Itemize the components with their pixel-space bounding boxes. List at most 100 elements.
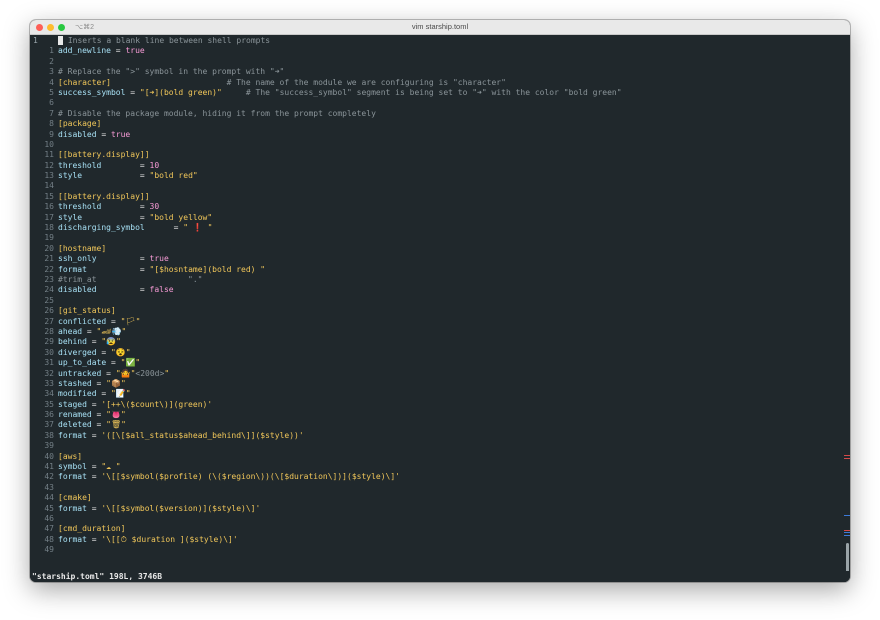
line-text: conflicted = "🏳" <box>58 317 844 327</box>
syntax-token: [git_status] <box>58 306 116 316</box>
code-line[interactable]: 12 threshold = 10 <box>30 161 844 171</box>
line-number: 41 <box>44 462 54 472</box>
line-number: 12 <box>44 160 54 170</box>
syntax-token: "bold yellow" <box>149 212 213 222</box>
line-text: success_symbol = "[➜](bold green)" # The… <box>58 88 844 98</box>
syntax-token: discharging_symbol <box>58 223 145 233</box>
line-text: format = '\[[$symbol($profile) (\($regio… <box>58 472 844 482</box>
line-text: ahead = "🏎💨" <box>58 327 844 337</box>
syntax-token: = <box>91 378 107 388</box>
code-line[interactable]: 22 format = "[$hosntame](bold red) " <box>30 265 844 275</box>
code-line[interactable]: 1 Inserts a blank line between shell pro… <box>30 36 844 46</box>
line-number: 4 <box>49 77 54 87</box>
line-number: 10 <box>44 139 54 149</box>
code-line[interactable]: 44 [cmake] <box>30 493 844 503</box>
code-line[interactable]: 15 [[battery.display]] <box>30 192 844 202</box>
code-line[interactable]: 17 style = "bold yellow" <box>30 213 844 223</box>
code-line[interactable]: 27 conflicted = "🏳" <box>30 317 844 327</box>
code-line[interactable]: 4 [character] # The name of the module we… <box>30 78 844 88</box>
line-number: 5 <box>49 87 54 97</box>
line-number: 48 <box>44 534 54 544</box>
code-line[interactable]: 10 <box>30 140 844 150</box>
code-line[interactable]: 7 # Disable the package module, hiding it… <box>30 109 844 119</box>
code-line[interactable]: 19 <box>30 233 844 243</box>
syntax-token: untracked <box>58 368 102 378</box>
scrollbar[interactable] <box>844 35 850 582</box>
code-line[interactable]: 13 style = "bold red" <box>30 171 844 181</box>
code-line[interactable]: 16 threshold = 30 <box>30 202 844 212</box>
code-line[interactable]: 45 format = '\[[$symbol($version)]($style… <box>30 504 844 514</box>
syntax-token: 10 <box>149 160 160 170</box>
code-line[interactable]: 48 format = '\[[⏱ $duration ]($style)\]' <box>30 535 844 545</box>
code-line[interactable]: 11 [[battery.display]] <box>30 150 844 160</box>
code-line[interactable]: 25 <box>30 296 844 306</box>
code-line[interactable]: 6 <box>30 98 844 108</box>
syntax-token: "📦" <box>106 378 126 388</box>
code-line[interactable]: 42 format = '\[[$symbol($profile) (\($reg… <box>30 472 844 482</box>
syntax-token: 30 <box>149 202 160 212</box>
syntax-token: Inserts a blank line between shell promp… <box>63 36 271 45</box>
code-line[interactable]: 21 ssh_only = true <box>30 254 844 264</box>
line-number: 24 <box>44 285 54 295</box>
line-number: 7 <box>49 108 54 118</box>
editor-buffer[interactable]: 1 Inserts a blank line between shell pro… <box>30 35 844 571</box>
code-line[interactable]: 28 ahead = "🏎💨" <box>30 327 844 337</box>
code-line[interactable]: 33 stashed = "📦" <box>30 379 844 389</box>
code-line[interactable]: 49 <box>30 545 844 555</box>
code-line[interactable]: 41 symbol = "☁ " <box>30 462 844 472</box>
code-line[interactable]: 30 diverged = "😵" <box>30 348 844 358</box>
line-text: [[battery.display]] <box>58 192 844 202</box>
syntax-token: = <box>86 399 102 409</box>
syntax-token: = <box>96 389 111 399</box>
code-line[interactable]: 40 [aws] <box>30 452 844 462</box>
code-line[interactable]: 38 format = '([\[$all_status$ahead_behind… <box>30 431 844 441</box>
syntax-token: format <box>58 534 87 544</box>
syntax-token: "🤷" <box>115 368 136 378</box>
code-line[interactable]: 29 behind = "😰" <box>30 337 844 347</box>
syntax-token: false <box>149 285 174 295</box>
code-line[interactable]: 18 discharging_symbol = " ❗ " <box>30 223 844 233</box>
syntax-token: = <box>96 254 150 264</box>
code-line[interactable]: 9 disabled = true <box>30 130 844 140</box>
syntax-token: "👅" <box>106 410 126 420</box>
code-line[interactable]: 31 up_to_date = "✅" <box>30 358 844 368</box>
code-line[interactable]: 2 <box>30 57 844 67</box>
syntax-token: renamed <box>58 410 92 420</box>
line-text: #trim_at "." <box>58 275 844 285</box>
syntax-token: = <box>144 223 184 233</box>
code-line[interactable]: 26 [git_status] <box>30 306 844 316</box>
code-line[interactable]: 23 #trim_at "." <box>30 275 844 285</box>
code-line[interactable]: 36 renamed = "👅" <box>30 410 844 420</box>
code-line[interactable]: 8 [package] <box>30 119 844 129</box>
code-line[interactable]: 46 <box>30 514 844 524</box>
syntax-token: "🏎💨" <box>96 326 127 336</box>
code-line[interactable]: 37 deleted = "🗑" <box>30 420 844 430</box>
code-line[interactable]: 5 success_symbol = "[➜](bold green)" # Th… <box>30 88 844 98</box>
syntax-token: [[battery.display]] <box>58 150 150 160</box>
line-number: 27 <box>44 316 54 326</box>
code-line[interactable]: 3 # Replace the ">" symbol in the prompt … <box>30 67 844 77</box>
line-text: format = "[$hosntame](bold red) " <box>58 265 844 275</box>
line-number: 42 <box>44 472 54 482</box>
minimize-window-button[interactable] <box>47 23 54 31</box>
code-line[interactable]: 39 <box>30 441 844 451</box>
zoom-window-button[interactable] <box>58 23 65 31</box>
code-line[interactable]: 1 add_newline = true <box>30 46 844 56</box>
code-line[interactable]: 43 <box>30 483 844 493</box>
line-text <box>58 181 844 191</box>
code-line[interactable]: 34 modified = "📝" <box>30 389 844 399</box>
code-line[interactable]: 32 untracked = "🤷"<200d>" <box>30 369 844 379</box>
line-text <box>58 233 844 243</box>
close-window-button[interactable] <box>36 23 43 31</box>
line-number: 25 <box>44 295 54 305</box>
code-line[interactable]: 47 [cmd_duration] <box>30 524 844 534</box>
line-text: disabled = false <box>58 285 844 295</box>
line-text: renamed = "👅" <box>58 410 844 420</box>
code-line[interactable]: 35 staged = '[++\($count\)](green)' <box>30 400 844 410</box>
syntax-token: format <box>58 503 87 513</box>
code-line[interactable]: 20 [hostname] <box>30 244 844 254</box>
code-line[interactable]: 24 disabled = false <box>30 285 844 295</box>
line-number: 1 <box>49 46 54 56</box>
code-line[interactable]: 14 <box>30 181 844 191</box>
syntax-token: = <box>86 462 102 472</box>
